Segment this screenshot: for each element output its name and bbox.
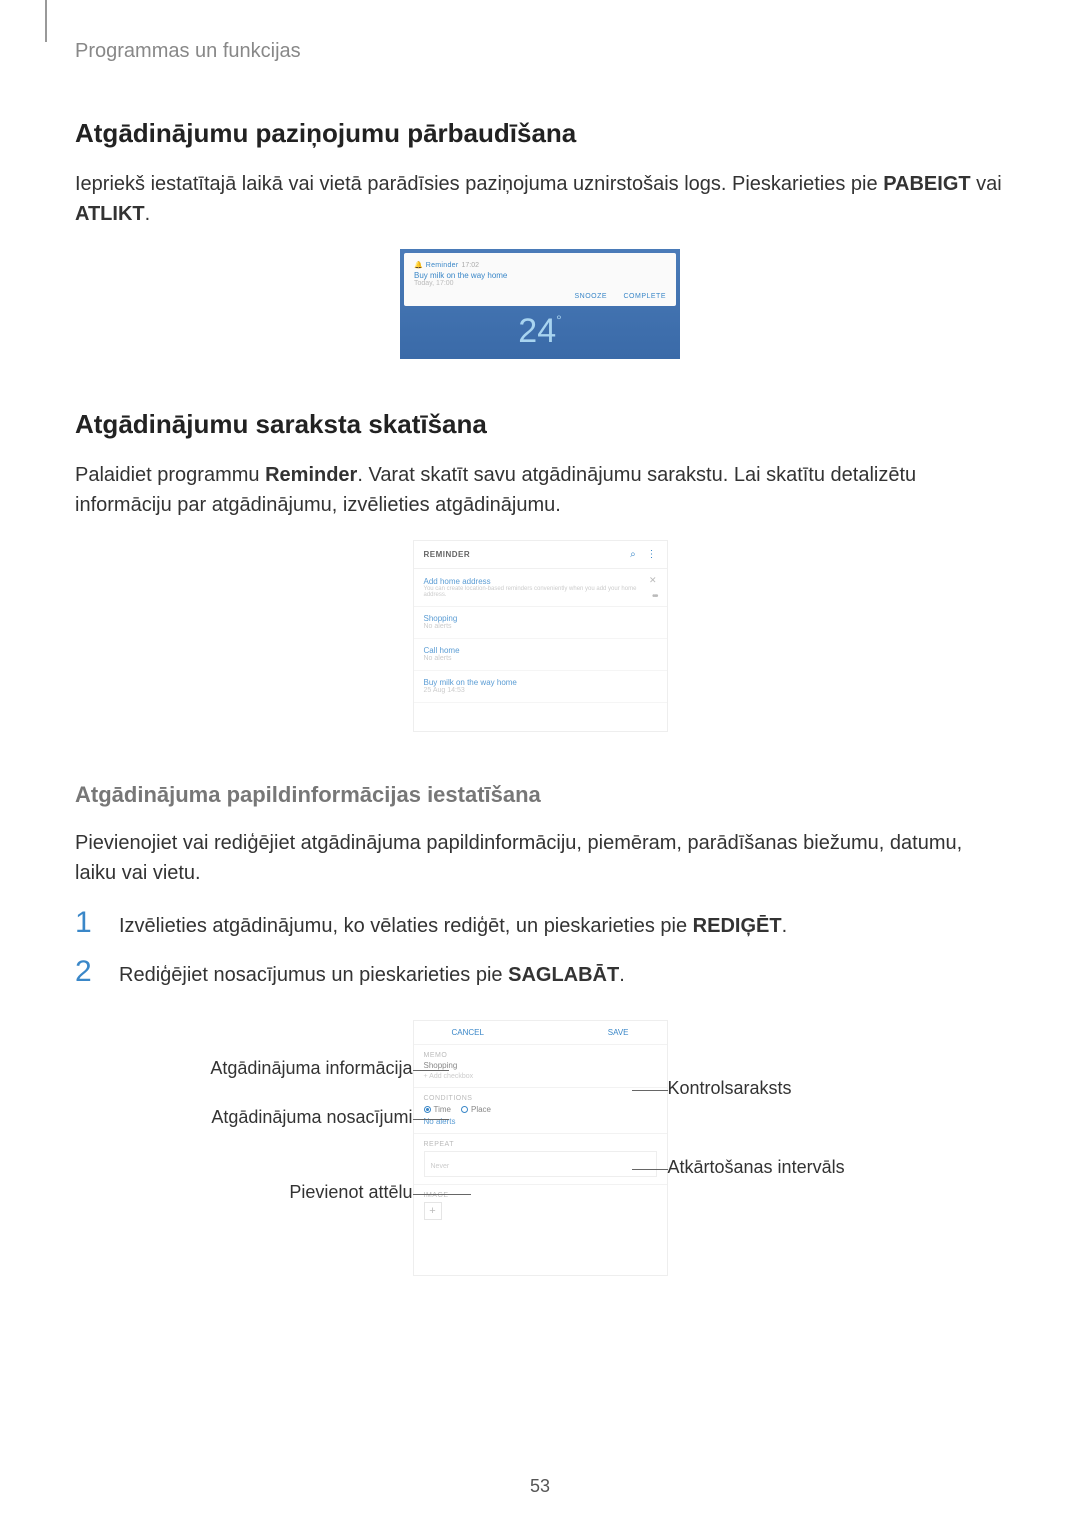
search-icon[interactable]: ⌕	[630, 549, 636, 560]
repeat-select[interactable]: Never	[424, 1151, 657, 1177]
bell-icon: 🔔	[414, 261, 423, 269]
callout-add-image: Pievienot attēlu	[133, 1182, 413, 1203]
section2-title: Atgādinājumu saraksta skatīšana	[75, 409, 1005, 440]
radio-label: Place	[471, 1105, 491, 1114]
item-title: Call home	[424, 646, 657, 655]
figure-notification: 🔔 Reminder 17:02 Buy milk on the way hom…	[400, 249, 680, 359]
notif-app: Reminder	[426, 262, 459, 269]
step-bold: REDIĢĒT	[693, 915, 782, 937]
page-number: 53	[0, 1476, 1080, 1497]
notification-card: 🔔 Reminder 17:02 Buy milk on the way hom…	[404, 253, 676, 306]
figure-reminder-list: REMINDER ⌕ ⋮ Add home address You can cr…	[413, 540, 668, 732]
complete-button[interactable]: COMPLETE	[623, 293, 666, 300]
radio-time[interactable]: Time	[424, 1105, 451, 1114]
notif-time: 17:02	[461, 262, 479, 269]
callout-label: Pievienot attēlu	[289, 1182, 412, 1202]
degree-icon: °	[556, 312, 562, 328]
section1-or: vai	[971, 173, 1002, 195]
item-sub: 25 Aug 14:53	[424, 687, 657, 694]
repeat-label: REPEAT	[424, 1141, 657, 1148]
item-title: Shopping	[424, 614, 657, 623]
conditions-section: CONDITIONS Time Place No alerts	[414, 1087, 667, 1133]
item-sub: No alerts	[424, 623, 657, 630]
callout-label: Kontrolsaraksts	[668, 1078, 792, 1098]
section1-text: Iepriekš iestatītajā laikā vai vietā par…	[75, 173, 883, 195]
add-checkbox[interactable]: Add checkbox	[424, 1073, 657, 1080]
card-sub: You can create location-based reminders …	[424, 586, 657, 598]
step-bold: SAGLABĀT	[508, 964, 619, 986]
reminder-list-title: REMINDER	[424, 550, 471, 559]
item-sub: No alerts	[424, 655, 657, 662]
snooze-button[interactable]: SNOOZE	[574, 293, 607, 300]
section2-bold: Reminder	[265, 464, 357, 486]
callout-label: Atkārtošanas intervāls	[668, 1157, 845, 1177]
card-menu-icon[interactable]: •••	[652, 591, 657, 602]
repeat-value: Never	[431, 1163, 450, 1170]
callout-conditions: Atgādinājuma nosacījumi	[133, 1107, 413, 1128]
notif-title: Buy milk on the way home	[414, 271, 666, 280]
step-end: .	[782, 915, 788, 937]
page-header: Programmas un funkcijas	[75, 40, 1005, 63]
step-number: 1	[75, 906, 99, 940]
radio-place[interactable]: Place	[461, 1105, 491, 1114]
close-icon[interactable]: ✕	[649, 575, 657, 586]
subsection-paragraph: Pievienojiet vai rediģējiet atgādinājuma…	[75, 828, 1005, 888]
callout-checklist: Kontrolsaraksts	[668, 1078, 948, 1099]
step-text: Izvēlieties atgādinājumu, ko vēlaties re…	[119, 915, 693, 937]
memo-value[interactable]: Shopping	[424, 1061, 657, 1070]
section1-bold1: PABEIGT	[883, 173, 970, 195]
step-end: .	[619, 964, 625, 986]
subsection-title: Atgādinājuma papildinformācijas iestatīš…	[75, 782, 1005, 808]
no-alerts[interactable]: No alerts	[424, 1117, 657, 1126]
section1-end: .	[145, 203, 151, 225]
memo-section: MEMO Shopping Add checkbox	[414, 1044, 667, 1087]
step-number: 2	[75, 955, 99, 989]
home-clock: 24°	[400, 310, 680, 359]
step-1: 1 Izvēlieties atgādinājumu, ko vēlaties …	[75, 906, 1005, 941]
more-icon[interactable]: ⋮	[647, 549, 657, 560]
callout-info: Atgādinājuma informācija	[133, 1058, 413, 1079]
step-text: Rediģējiet nosacījumus un pieskarieties …	[119, 964, 508, 986]
section1-bold2: ATLIKT	[75, 203, 145, 225]
repeat-section: REPEAT Never	[414, 1133, 667, 1184]
notif-sub: Today, 17:00	[414, 280, 666, 287]
cancel-button[interactable]: CANCEL	[452, 1028, 484, 1037]
section2-paragraph: Palaidiet programmu Reminder. Varat skat…	[75, 460, 1005, 520]
radio-label: Time	[434, 1105, 451, 1114]
figure-edit-reminder: CANCEL SAVE MEMO Shopping Add checkbox C…	[413, 1020, 668, 1276]
item-title: Buy milk on the way home	[424, 678, 657, 687]
card-title: Add home address	[424, 577, 657, 586]
section1-paragraph: Iepriekš iestatītajā laikā vai vietā par…	[75, 169, 1005, 229]
callout-repeat-interval: Atkārtošanas intervāls	[668, 1157, 948, 1178]
save-button[interactable]: SAVE	[608, 1028, 629, 1037]
memo-label: MEMO	[424, 1052, 657, 1059]
clock-time: 24	[518, 312, 556, 350]
step-2: 2 Rediģējiet nosacījumus un pieskarietie…	[75, 955, 1005, 990]
section1-title: Atgādinājumu paziņojumu pārbaudīšana	[75, 118, 1005, 149]
conditions-label: CONDITIONS	[424, 1095, 657, 1102]
list-item[interactable]: Call home No alerts	[414, 639, 667, 671]
list-item[interactable]: Shopping No alerts	[414, 607, 667, 639]
callout-label: Atgādinājuma nosacījumi	[211, 1107, 412, 1127]
list-item[interactable]: Buy milk on the way home 25 Aug 14:53	[414, 671, 667, 703]
section2-text-before: Palaidiet programmu	[75, 464, 265, 486]
callout-label: Atgādinājuma informācija	[210, 1058, 412, 1078]
image-section: IMAGE +	[414, 1184, 667, 1227]
add-image-button[interactable]: +	[424, 1202, 442, 1220]
add-home-card[interactable]: Add home address You can create location…	[414, 569, 667, 607]
